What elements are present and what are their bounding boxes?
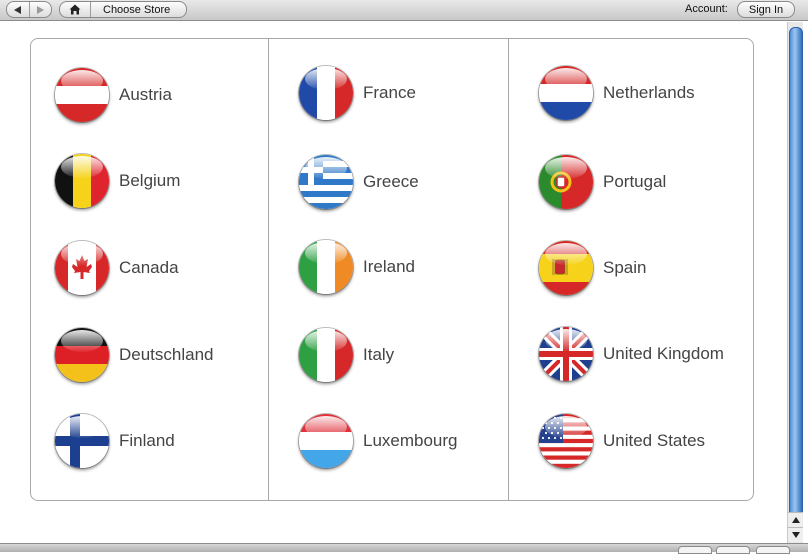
luxembourg-flag-icon <box>299 414 353 468</box>
country-label: Greece <box>363 172 419 191</box>
usa-flag-icon <box>539 414 593 468</box>
germany-flag-icon <box>55 328 109 382</box>
country-item-united-states[interactable]: United States <box>539 411 705 471</box>
greece-flag-icon <box>299 155 353 209</box>
scroll-up-button[interactable] <box>788 512 803 527</box>
home-button[interactable] <box>60 2 91 17</box>
country-label: Ireland <box>363 257 415 276</box>
scroll-up-arrow-icon <box>791 517 800 523</box>
spain-flag-icon <box>539 241 593 295</box>
forward-arrow-icon <box>36 5 44 14</box>
account-label: Account: <box>685 3 728 15</box>
country-item-belgium[interactable]: Belgium <box>55 151 180 211</box>
scroll-down-arrow-icon <box>791 532 800 538</box>
country-item-spain[interactable]: Spain <box>539 238 646 298</box>
austria-flag-icon <box>55 68 109 122</box>
bottom-bar-button[interactable] <box>716 546 750 554</box>
vertical-scrollbar[interactable] <box>787 22 803 543</box>
scroll-thumb[interactable] <box>789 27 803 519</box>
italy-flag-icon <box>299 328 353 382</box>
country-label: Canada <box>119 258 179 277</box>
history-nav <box>6 1 52 18</box>
country-label: Finland <box>119 431 175 450</box>
country-item-canada[interactable]: Canada <box>55 238 179 298</box>
country-item-greece[interactable]: Greece <box>299 152 419 212</box>
scroll-down-button[interactable] <box>788 527 803 542</box>
breadcrumb-choose-store[interactable]: Choose Store <box>91 4 170 16</box>
canada-flag-icon <box>55 241 109 295</box>
country-item-france[interactable]: France <box>299 63 416 123</box>
country-item-finland[interactable]: Finland <box>55 411 175 471</box>
forward-button[interactable] <box>28 2 52 17</box>
country-label: Austria <box>119 85 172 104</box>
breadcrumb: Choose Store <box>59 1 187 18</box>
country-item-austria[interactable]: Austria <box>55 65 172 125</box>
country-item-ireland[interactable]: Ireland <box>299 237 415 297</box>
france-flag-icon <box>299 66 353 120</box>
back-button[interactable] <box>7 2 29 17</box>
country-item-netherlands[interactable]: Netherlands <box>539 63 695 123</box>
country-label: Netherlands <box>603 83 695 102</box>
country-label: United States <box>603 431 706 450</box>
belgium-flag-icon <box>55 154 109 208</box>
store-country-panel: Austria Belgium Canada Deutschland Finla… <box>30 38 754 501</box>
country-item-italy[interactable]: Italy <box>299 325 394 385</box>
country-label: United Kingdom <box>603 344 724 363</box>
country-label: Portugal <box>603 172 667 191</box>
ireland-flag-icon <box>299 240 353 294</box>
store-toolbar: Choose Store Account: Sign In <box>0 0 808 21</box>
bottom-bar-button[interactable] <box>756 546 790 554</box>
country-label: Italy <box>363 345 395 364</box>
sign-in-button[interactable]: Sign In <box>737 1 795 18</box>
country-item-portugal[interactable]: Portugal <box>539 152 666 212</box>
bottom-bar-button[interactable] <box>678 546 712 554</box>
portugal-flag-icon <box>539 155 593 209</box>
country-label: Belgium <box>119 171 181 190</box>
home-icon <box>69 4 81 15</box>
column-divider <box>268 39 269 500</box>
country-label: Luxembourg <box>363 431 458 450</box>
country-label: Spain <box>603 258 647 277</box>
country-item-united-kingdom[interactable]: United Kingdom <box>539 324 724 384</box>
country-label: France <box>363 83 416 102</box>
uk-flag-icon <box>539 327 593 381</box>
column-divider <box>508 39 509 500</box>
country-item-luxembourg[interactable]: Luxembourg <box>299 411 458 471</box>
back-arrow-icon <box>14 5 22 14</box>
country-label: Deutschland <box>119 345 214 364</box>
netherlands-flag-icon <box>539 66 593 120</box>
finland-flag-icon <box>55 414 109 468</box>
country-item-deutschland[interactable]: Deutschland <box>55 325 214 385</box>
